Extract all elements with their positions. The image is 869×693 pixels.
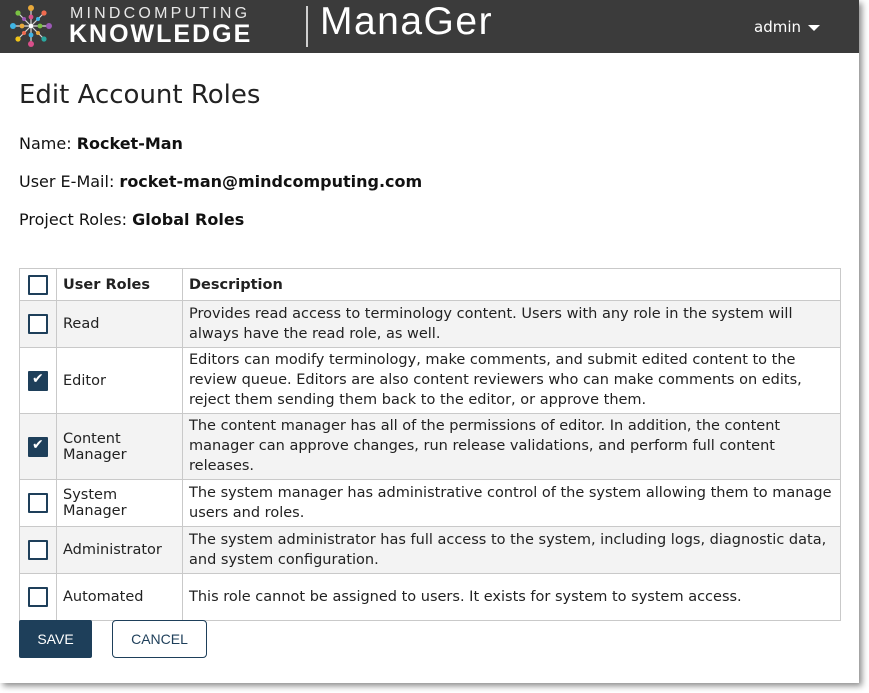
role-description: The system administrator has full access…: [182, 526, 841, 574]
checkbox-cell: [19, 479, 57, 527]
project-roles-label: Project Roles:: [19, 210, 133, 229]
table-row: Automated This role cannot be assigned t…: [19, 573, 841, 621]
user-menu[interactable]: admin: [754, 18, 820, 36]
role-description: Provides read access to terminology cont…: [182, 300, 841, 348]
brand-divider: [306, 6, 308, 47]
mindcomputing-logo-icon: [10, 5, 52, 47]
col-header-description: Description: [182, 268, 841, 301]
role-checkbox-administrator[interactable]: [28, 540, 48, 560]
checkbox-cell: [19, 526, 57, 574]
checkbox-cell: [19, 573, 57, 621]
role-checkbox-system-manager[interactable]: [28, 493, 48, 513]
checkbox-cell: [19, 300, 57, 348]
email-value: rocket-man@mindcomputing.com: [119, 172, 423, 191]
table-header-row: User Roles Description: [19, 268, 841, 301]
email-label: User E-Mail:: [19, 172, 120, 191]
app-window: MINDCOMPUTING KNOWLEDGE ManaGer admin Ed…: [0, 0, 859, 683]
roles-table: User Roles Description Read Provides rea…: [19, 268, 841, 621]
brand-knowledge: KNOWLEDGE: [69, 20, 253, 48]
checkbox-cell: [19, 347, 57, 414]
role-name: System Manager: [56, 479, 183, 527]
table-row: System Manager The system manager has ad…: [19, 479, 841, 527]
email-line: User E-Mail: rocket-man@mindcomputing.co…: [19, 172, 422, 191]
role-checkbox-editor[interactable]: [28, 370, 48, 391]
table-row: Content Manager The content manager has …: [19, 413, 841, 480]
cancel-button[interactable]: CANCEL: [112, 620, 207, 658]
brand-product-name: ManaGer: [320, 0, 494, 43]
col-header-user-roles: User Roles: [56, 268, 183, 301]
role-description: The system manager has administrative co…: [182, 479, 841, 527]
select-all-cell: [19, 268, 57, 301]
role-name: Content Manager: [56, 413, 183, 480]
role-checkbox-content-manager[interactable]: [28, 436, 48, 457]
project-roles-line: Project Roles: Global Roles: [19, 210, 244, 229]
user-menu-label: admin: [754, 18, 801, 36]
save-button[interactable]: SAVE: [19, 620, 92, 658]
select-all-checkbox[interactable]: [28, 274, 48, 295]
table-row: Administrator The system administrator h…: [19, 526, 841, 574]
role-name: Editor: [56, 347, 183, 414]
role-description: This role cannot be assigned to users. I…: [182, 573, 841, 621]
role-name: Read: [56, 300, 183, 348]
table-row: Editor Editors can modify terminology, m…: [19, 347, 841, 414]
role-name: Administrator: [56, 526, 183, 574]
caret-down-icon: [808, 24, 820, 31]
role-name: Automated: [56, 573, 183, 621]
project-roles-value: Global Roles: [132, 210, 245, 229]
role-checkbox-read[interactable]: [28, 314, 48, 334]
name-label: Name:: [19, 134, 77, 153]
table-row: Read Provides read access to terminology…: [19, 300, 841, 348]
top-header: MINDCOMPUTING KNOWLEDGE ManaGer admin: [0, 0, 859, 53]
page-title: Edit Account Roles: [19, 80, 261, 110]
role-description: The content manager has all of the permi…: [182, 413, 841, 480]
name-line: Name: Rocket-Man: [19, 134, 183, 153]
role-description: Editors can modify terminology, make com…: [182, 347, 841, 414]
checkbox-cell: [19, 413, 57, 480]
name-value: Rocket-Man: [76, 134, 183, 153]
role-checkbox-automated[interactable]: [28, 587, 48, 607]
